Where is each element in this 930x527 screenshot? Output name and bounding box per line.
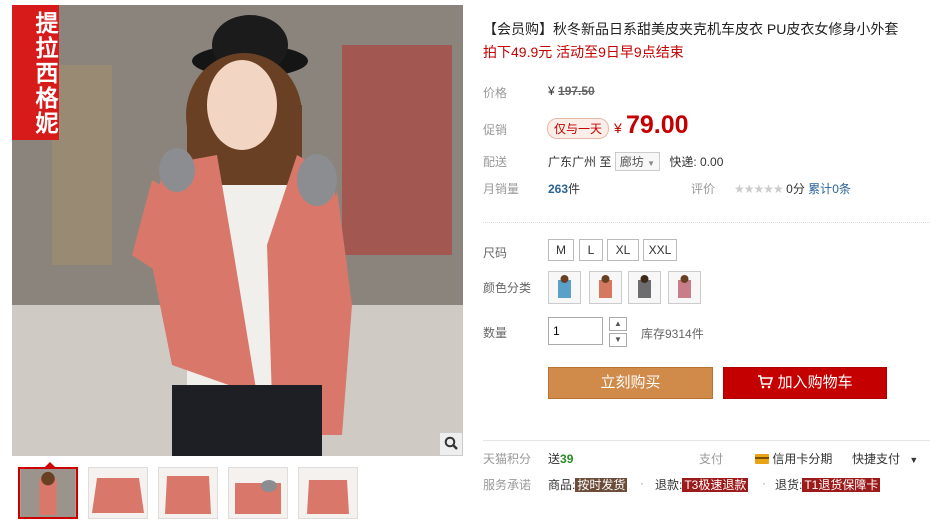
thumbnail-2[interactable] xyxy=(88,467,148,519)
cart-icon xyxy=(757,374,777,391)
goods-label: 商品: xyxy=(548,478,576,492)
cumulative-value: 0条 xyxy=(832,182,851,196)
cumulative-reviews-link[interactable]: 累计0条 xyxy=(808,182,851,196)
one-day-badge: 仅与一天 xyxy=(547,118,610,139)
price-label: 价格 xyxy=(483,86,508,100)
shipping-label: 配送 xyxy=(483,155,508,169)
return-label: 退货: xyxy=(775,478,803,492)
credit-label: 信用卡分期 xyxy=(772,452,833,466)
shipping-info: 广东广州 至 廊坊 ▼ 快递: 0.00 xyxy=(548,152,723,171)
credit-card-icon xyxy=(755,452,772,466)
thumbnail-1[interactable] xyxy=(18,462,78,519)
model-illustration xyxy=(12,5,463,456)
quick-pay-select[interactable]: 快捷支付 ▼ xyxy=(852,450,918,467)
buy-now-button[interactable]: 立刻购买 xyxy=(548,367,713,399)
original-price-value: 197.50 xyxy=(558,84,595,98)
points-info: 送39 xyxy=(548,450,573,467)
quantity-input[interactable] xyxy=(548,317,603,345)
size-label: 尺码 xyxy=(483,246,508,260)
sales-count: 263件 xyxy=(548,180,580,197)
color-swatch-2[interactable] xyxy=(589,271,622,304)
thumbnail-strip xyxy=(18,462,358,519)
return-promise: 退货: T1退货保障卡 xyxy=(775,476,881,493)
dot-separator: · xyxy=(640,476,644,490)
color-swatch-1[interactable] xyxy=(548,271,581,304)
thumbnail-4[interactable] xyxy=(228,467,288,519)
pay-label: 支付 xyxy=(699,452,724,466)
refund-promise: 退款: T3极速退款 xyxy=(655,476,749,493)
size-option-l[interactable]: L xyxy=(579,239,603,261)
quantity-label: 数量 xyxy=(483,326,508,340)
magnifier-icon xyxy=(444,436,458,453)
quick-pay-label: 快捷支付 xyxy=(852,452,901,466)
promo-currency-symbol: ¥ xyxy=(614,120,622,136)
size-option-xxl[interactable]: XXL xyxy=(643,239,677,261)
destination-value: 廊坊 xyxy=(619,155,644,169)
product-gallery: 提拉西格妮 xyxy=(12,5,463,456)
currency-symbol: ¥ xyxy=(548,84,555,98)
promo-price: 79.00 xyxy=(626,111,689,139)
divider xyxy=(483,222,930,223)
brand-tag: 提拉西格妮 xyxy=(12,5,59,140)
thumbnail-3[interactable] xyxy=(158,467,218,519)
color-swatch-3[interactable] xyxy=(628,271,661,304)
color-swatch-4[interactable] xyxy=(668,271,701,304)
chevron-down-icon: ▼ xyxy=(909,455,919,465)
express-fee: 快递: 0.00 xyxy=(669,155,724,169)
destination-select[interactable]: 廊坊 ▼ xyxy=(614,152,660,171)
goods-tag[interactable]: 按时发货 xyxy=(575,478,628,492)
points-label: 天猫积分 xyxy=(483,452,532,466)
quantity-increase-button[interactable]: ▲ xyxy=(609,317,627,331)
goods-promise: 商品: 按时发货 xyxy=(548,476,628,493)
ship-to-word: 至 xyxy=(599,155,612,169)
refund-label: 退款: xyxy=(655,478,683,492)
promise-label: 服务承诺 xyxy=(483,478,532,492)
sales-label: 月销量 xyxy=(483,182,520,196)
refund-tag[interactable]: T3极速退款 xyxy=(682,478,749,492)
rating-score: 0分 xyxy=(786,182,805,196)
cumulative-label: 累计 xyxy=(808,182,833,196)
stock-text: 库存9314件 xyxy=(641,327,704,341)
sales-number: 263 xyxy=(548,182,569,196)
quantity-decrease-button[interactable]: ▼ xyxy=(609,333,627,347)
dot-separator-2: · xyxy=(762,476,766,490)
rating-info: ★★★★★ 0分 累计0条 xyxy=(734,180,851,197)
zoom-button[interactable] xyxy=(439,432,463,456)
sales-unit: 件 xyxy=(568,182,581,196)
color-label: 颜色分类 xyxy=(483,281,532,295)
ship-from: 广东广州 xyxy=(548,155,597,169)
active-arrow-icon xyxy=(44,462,56,468)
credit-installment[interactable]: 信用卡分期 xyxy=(755,450,832,467)
rating-stars-icon: ★★★★★ xyxy=(734,182,784,196)
add-to-cart-button[interactable]: 加入购物车 xyxy=(723,367,887,399)
rating-label: 评价 xyxy=(691,182,716,196)
promotion-label: 促销 xyxy=(483,123,508,137)
thumbnail-5[interactable] xyxy=(298,467,358,519)
size-option-xl[interactable]: XL xyxy=(607,239,639,261)
main-product-image[interactable]: 提拉西格妮 xyxy=(12,5,463,456)
points-value: 39 xyxy=(560,452,574,466)
original-price: ¥ 197.50 xyxy=(548,84,595,98)
points-text: 送 xyxy=(548,452,561,466)
chevron-down-icon: ▼ xyxy=(647,159,655,168)
size-option-m[interactable]: M xyxy=(548,239,574,261)
add-to-cart-label: 加入购物车 xyxy=(777,374,853,391)
return-tag[interactable]: T1退货保障卡 xyxy=(802,478,881,492)
promo-text: 拍下49.9元 活动至9日早9点结束 xyxy=(483,44,684,60)
product-title: 【会员购】秋冬新品日系甜美皮夹克机车皮衣 PU皮衣女修身小外套 xyxy=(483,21,899,37)
